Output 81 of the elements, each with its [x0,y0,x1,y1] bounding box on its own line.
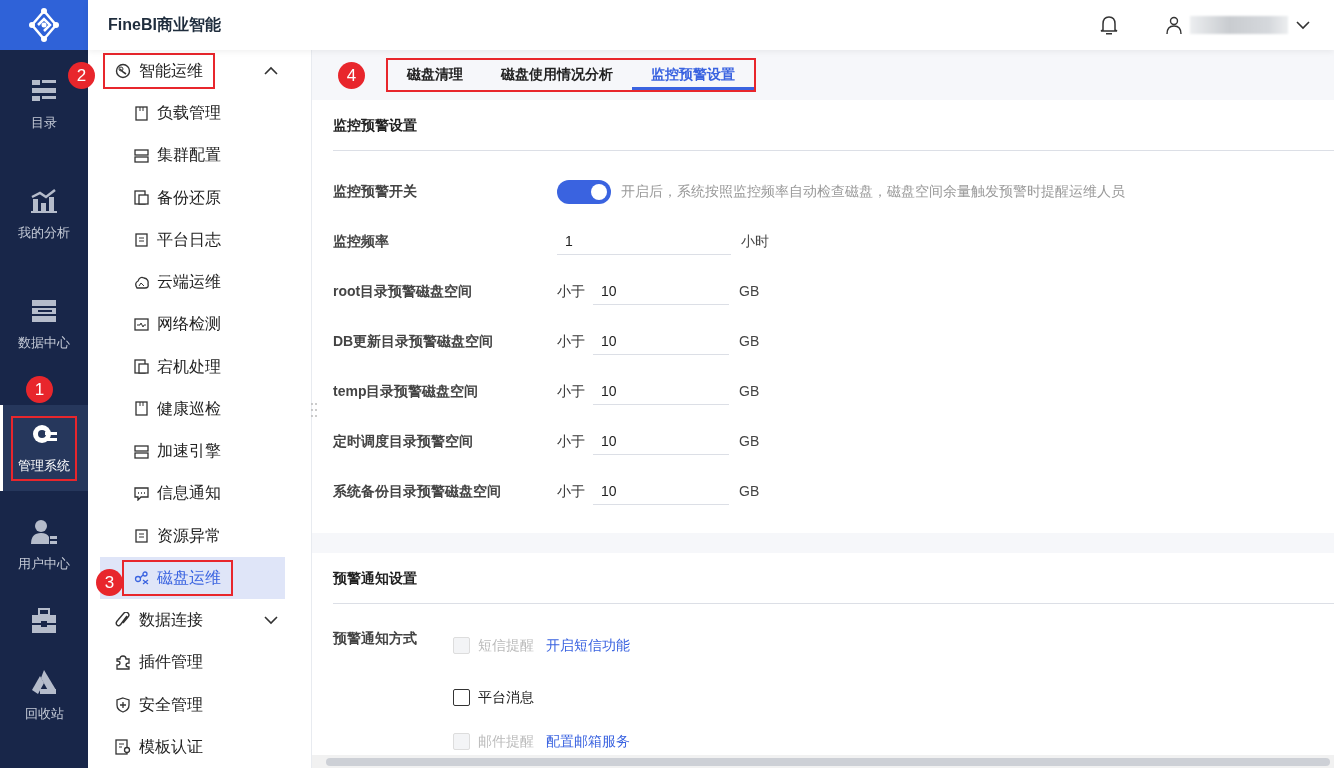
field-label: 监控频率 [333,232,390,252]
app-title: FineBI商业智能 [107,14,222,35]
monitor-icon [134,316,149,332]
nav-group[interactable]: 智能运维 [98,49,312,92]
unit-label: GB [739,332,760,352]
paperclip-icon [115,612,131,629]
checkbox[interactable] [453,689,470,707]
field-label: 系统备份目录预警磁盘空间 [333,482,502,502]
nav-group[interactable]: 数据连接 [98,598,312,642]
nav-item[interactable]: 信息通知 [88,472,311,515]
prefix-label: 小于 [557,382,585,402]
rail-item[interactable]: 我的分析 [0,160,88,270]
notification-button[interactable] [1100,14,1118,35]
unit-label: GB [739,282,760,302]
bar-chart-icon [30,187,58,216]
tab[interactable]: 磁盘使用情况分析 [482,59,632,90]
toolbox-icon [30,607,58,635]
unit-label: 小时 [741,232,769,252]
option-label: 短信提醒 [478,636,534,656]
nav-item[interactable]: 健康巡检 [88,387,311,430]
unit-label: GB [739,432,760,452]
rail-item[interactable]: 管理系统 [0,405,88,491]
unit-label: GB [739,482,760,502]
user-icon [1166,15,1182,34]
nav-item[interactable]: 集群配置 [88,134,311,177]
hint-text: 开启后，系统按照监控频率自动检查磁盘，磁盘空间余量触发预警时提醒运维人员 [621,182,1125,202]
field-label: 监控预警开关 [333,182,418,202]
option-label: 平台消息 [478,688,534,708]
prefix-label: 小于 [557,432,585,452]
server-icon [134,147,149,163]
nav-group[interactable]: 插件管理 [98,641,312,684]
input-field[interactable]: 10 [593,428,729,455]
input-field[interactable]: 1 [557,228,731,255]
tab[interactable]: 磁盘清理 [388,59,482,90]
unit-label: GB [739,382,760,402]
chat-icon [134,485,149,501]
nav-item[interactable]: 加速引擎 [88,429,311,473]
rail-item[interactable]: 用户中心 [0,491,88,601]
cloud-icon [134,274,149,290]
certificate-icon [115,738,131,755]
nav-group[interactable]: 安全管理 [98,683,312,726]
field-label: 预警通知方式 [333,628,418,648]
option-label: 邮件提醒 [478,732,534,752]
input-field[interactable]: 10 [593,378,729,405]
shield-icon [115,696,131,713]
field-label: 定时调度目录预警空间 [333,432,474,452]
toggle-switch[interactable] [557,179,611,204]
card-icon [134,105,149,121]
nav-item[interactable]: 平台日志 [88,218,311,261]
field-label: DB更新目录预警磁盘空间 [333,332,495,352]
recycle-icon [30,668,58,697]
rail-item[interactable]: 回收站 [0,641,88,751]
user-menu[interactable] [1166,15,1310,34]
nav-item[interactable]: 网络检测 [88,303,311,346]
section-title: 监控预警设置 [333,99,1334,151]
input-field[interactable]: 10 [593,478,729,505]
prefix-label: 小于 [557,332,585,352]
user-icon [30,518,58,547]
field-label: root目录预警磁盘空间 [333,282,474,302]
nav-item[interactable]: 负载管理 [88,91,311,135]
input-field[interactable]: 10 [593,278,729,305]
scrollbar-thumb[interactable] [326,758,1330,766]
nav-item[interactable]: 云端运维 [88,260,311,304]
nav-item[interactable]: 备份还原 [88,176,311,219]
field-label: temp目录预警磁盘空间 [333,382,480,402]
bell-icon [1100,14,1118,35]
cloud-icon [134,443,149,459]
nav-group[interactable]: 模板认证 [98,725,312,768]
chevron-down-icon [1296,19,1310,30]
logo-icon [26,7,62,43]
prefix-label: 小于 [557,282,585,302]
input-field[interactable]: 10 [593,328,729,355]
tab[interactable]: 监控预警设置 [632,59,754,90]
section-title: 预警通知设置 [333,552,1334,604]
nav-item[interactable]: 宕机处理 [88,345,311,388]
puzzle-icon [115,654,131,671]
horizontal-scrollbar[interactable] [312,755,1334,768]
share-icon [134,570,149,586]
prefix-label: 小于 [557,482,585,502]
drag-handle-icon [311,402,317,417]
nav-item[interactable]: 资源异常 [88,514,311,557]
